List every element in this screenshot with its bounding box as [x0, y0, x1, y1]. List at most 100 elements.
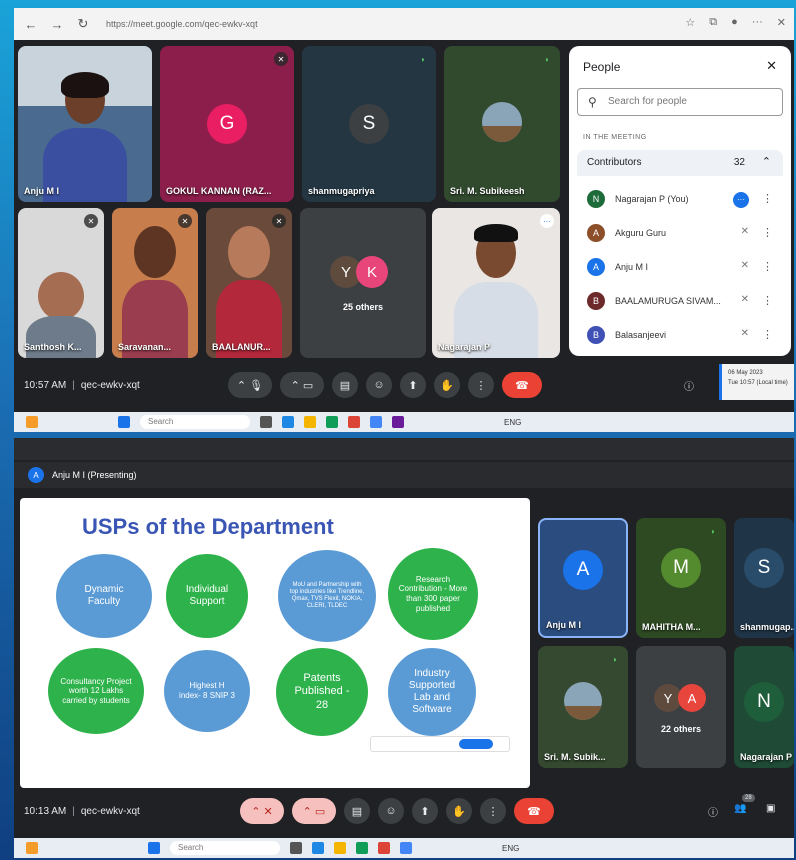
reactions-button[interactable]: ☺	[378, 798, 404, 824]
camera-button[interactable]: ⌃ ▭	[280, 372, 324, 398]
video-tile[interactable]: ✕ Saravanan...	[112, 208, 198, 358]
more-icon[interactable]: ···	[733, 192, 749, 208]
list-item[interactable]: A Akguru Guru ✕ ⋮	[577, 216, 783, 250]
star-icon[interactable]: ☆	[685, 16, 695, 29]
edge-icon[interactable]	[312, 842, 324, 854]
weather-icon[interactable]	[26, 842, 38, 854]
kebab-icon[interactable]: ⋮	[762, 260, 773, 273]
video-tile[interactable]: ◗ Sri. M. Subik...	[538, 646, 628, 768]
list-item[interactable]: B Balasanjeevi ✕ ⋮	[577, 318, 783, 352]
profile-icon[interactable]: ●	[731, 16, 738, 29]
captions-button[interactable]: ▤	[344, 798, 370, 824]
more-options-icon[interactable]: ···	[540, 214, 554, 228]
address-bar[interactable]: https://meet.google.com/qec-ewkv-xqt	[106, 19, 258, 29]
captions-button[interactable]: ▤	[332, 372, 358, 398]
mic-off-icon[interactable]: ✕	[741, 328, 749, 339]
video-tile[interactable]: ··· Nagarajan P	[432, 208, 560, 358]
close-icon[interactable]: ✕	[777, 16, 786, 29]
meeting-time: 10:13 AM	[24, 805, 67, 817]
mic-button[interactable]: ⌃ 🎙	[228, 372, 272, 398]
others-tile[interactable]: Y K 25 others	[300, 208, 426, 358]
avatar: A	[563, 550, 603, 590]
present-button[interactable]: ⬆	[412, 798, 438, 824]
video-tile[interactable]: Anju M I	[18, 46, 152, 202]
app-icon[interactable]	[400, 842, 412, 854]
video-tile[interactable]: A Anju M I	[538, 518, 628, 638]
slide-circle: Highest H index- 8 SNIP 3	[164, 650, 250, 732]
camera-off-button[interactable]: ⌃ ▭	[292, 798, 336, 824]
section-label: IN THE MEETING	[583, 134, 647, 141]
list-item[interactable]: N Nagarajan P (You) ··· ⋮	[577, 182, 783, 216]
back-icon[interactable]: ←	[22, 17, 40, 32]
taskbar-search[interactable]: Search	[140, 415, 250, 429]
app-icon[interactable]	[392, 416, 404, 428]
leave-call-button[interactable]: ☎	[502, 372, 542, 398]
forward-icon[interactable]: →	[48, 17, 66, 32]
list-item[interactable]: B BAALAMURUGA SIVAM... ✕ ⋮	[577, 284, 783, 318]
info-icon[interactable]: ⓘ	[708, 804, 718, 819]
person-name: Anju M I	[615, 262, 649, 272]
more-options-button[interactable]: ⋮	[468, 372, 494, 398]
chevron-up-icon[interactable]: ⌃	[762, 155, 771, 168]
explorer-icon[interactable]	[334, 842, 346, 854]
slide-toolbar[interactable]	[370, 736, 510, 752]
chat-icon[interactable]: ▣	[766, 803, 775, 814]
more-icon[interactable]: ···	[752, 16, 763, 29]
store-icon[interactable]	[326, 416, 338, 428]
others-tile[interactable]: Y A 22 others	[636, 646, 726, 768]
taskview-icon[interactable]	[260, 416, 272, 428]
speaking-icon: ◗	[612, 654, 618, 664]
video-tile[interactable]: S ◗ shanmugapriya	[302, 46, 436, 202]
video-tile[interactable]: M ◗ MAHITHA M...	[636, 518, 726, 638]
people-search-input[interactable]: ⚲ Search for people	[577, 88, 783, 116]
windows-start-icon[interactable]	[148, 842, 160, 854]
windows-start-icon[interactable]	[118, 416, 130, 428]
slide-circle: Research Contribution - More than 300 pa…	[388, 548, 478, 640]
info-icon[interactable]: ⓘ	[684, 378, 694, 393]
separator: |	[72, 379, 75, 391]
mic-off-icon[interactable]: ✕	[741, 260, 749, 271]
leave-call-button[interactable]: ☎	[514, 798, 554, 824]
video-tile[interactable]: ✕ Santhosh K...	[18, 208, 104, 358]
others-label: 22 others	[660, 724, 702, 734]
mic-off-icon[interactable]: ✕	[741, 294, 749, 305]
raise-hand-button[interactable]: ✋	[446, 798, 472, 824]
store-icon[interactable]	[356, 842, 368, 854]
mic-muted-button[interactable]: ⌃ ✕	[240, 798, 284, 824]
kebab-icon[interactable]: ⋮	[762, 328, 773, 341]
meeting-code: qec-ewkv-xqt	[80, 805, 140, 817]
mic-off-icon[interactable]: ✕	[741, 226, 749, 237]
more-options-button[interactable]: ⋮	[480, 798, 506, 824]
weather-icon[interactable]	[26, 416, 38, 428]
contributors-header[interactable]: Contributors 32 ⌃	[577, 150, 783, 176]
reload-icon[interactable]: ↻	[74, 16, 92, 32]
video-tile[interactable]: N Nagarajan P	[734, 646, 794, 768]
video-tile[interactable]: ◗ Sri. M. Subikeesh	[444, 46, 560, 202]
video-tile[interactable]: S shanmugap...	[734, 518, 794, 638]
tray-lang[interactable]: ENG	[502, 844, 519, 853]
list-item[interactable]: A Anju M I ✕ ⋮	[577, 250, 783, 284]
taskview-icon[interactable]	[290, 842, 302, 854]
kebab-icon[interactable]: ⋮	[762, 226, 773, 239]
slide-button[interactable]	[459, 739, 493, 749]
kebab-icon[interactable]: ⋮	[762, 192, 773, 205]
raise-hand-button[interactable]: ✋	[434, 372, 460, 398]
reactions-button[interactable]: ☺	[366, 372, 392, 398]
explorer-icon[interactable]	[304, 416, 316, 428]
chrome-icon[interactable]	[378, 842, 390, 854]
app-icon[interactable]	[370, 416, 382, 428]
participant-name: Nagarajan P	[740, 752, 793, 762]
edge-icon[interactable]	[282, 416, 294, 428]
kebab-icon[interactable]: ⋮	[762, 294, 773, 307]
people-icon[interactable]: 👥	[734, 803, 746, 814]
chrome-icon[interactable]	[348, 416, 360, 428]
video-tile[interactable]: G ✕ GOKUL KANNAN (RAZ...	[160, 46, 294, 202]
tray-lang[interactable]: ENG	[504, 418, 521, 427]
extensions-icon[interactable]: ⧉	[709, 16, 717, 29]
present-button[interactable]: ⬆	[400, 372, 426, 398]
close-panel-icon[interactable]: ✕	[766, 58, 777, 74]
meeting-code: qec-ewkv-xqt	[80, 379, 140, 391]
taskbar-search[interactable]: Search	[170, 841, 280, 855]
participant-video	[120, 226, 190, 358]
video-tile[interactable]: ✕ BAALANUR...	[206, 208, 292, 358]
